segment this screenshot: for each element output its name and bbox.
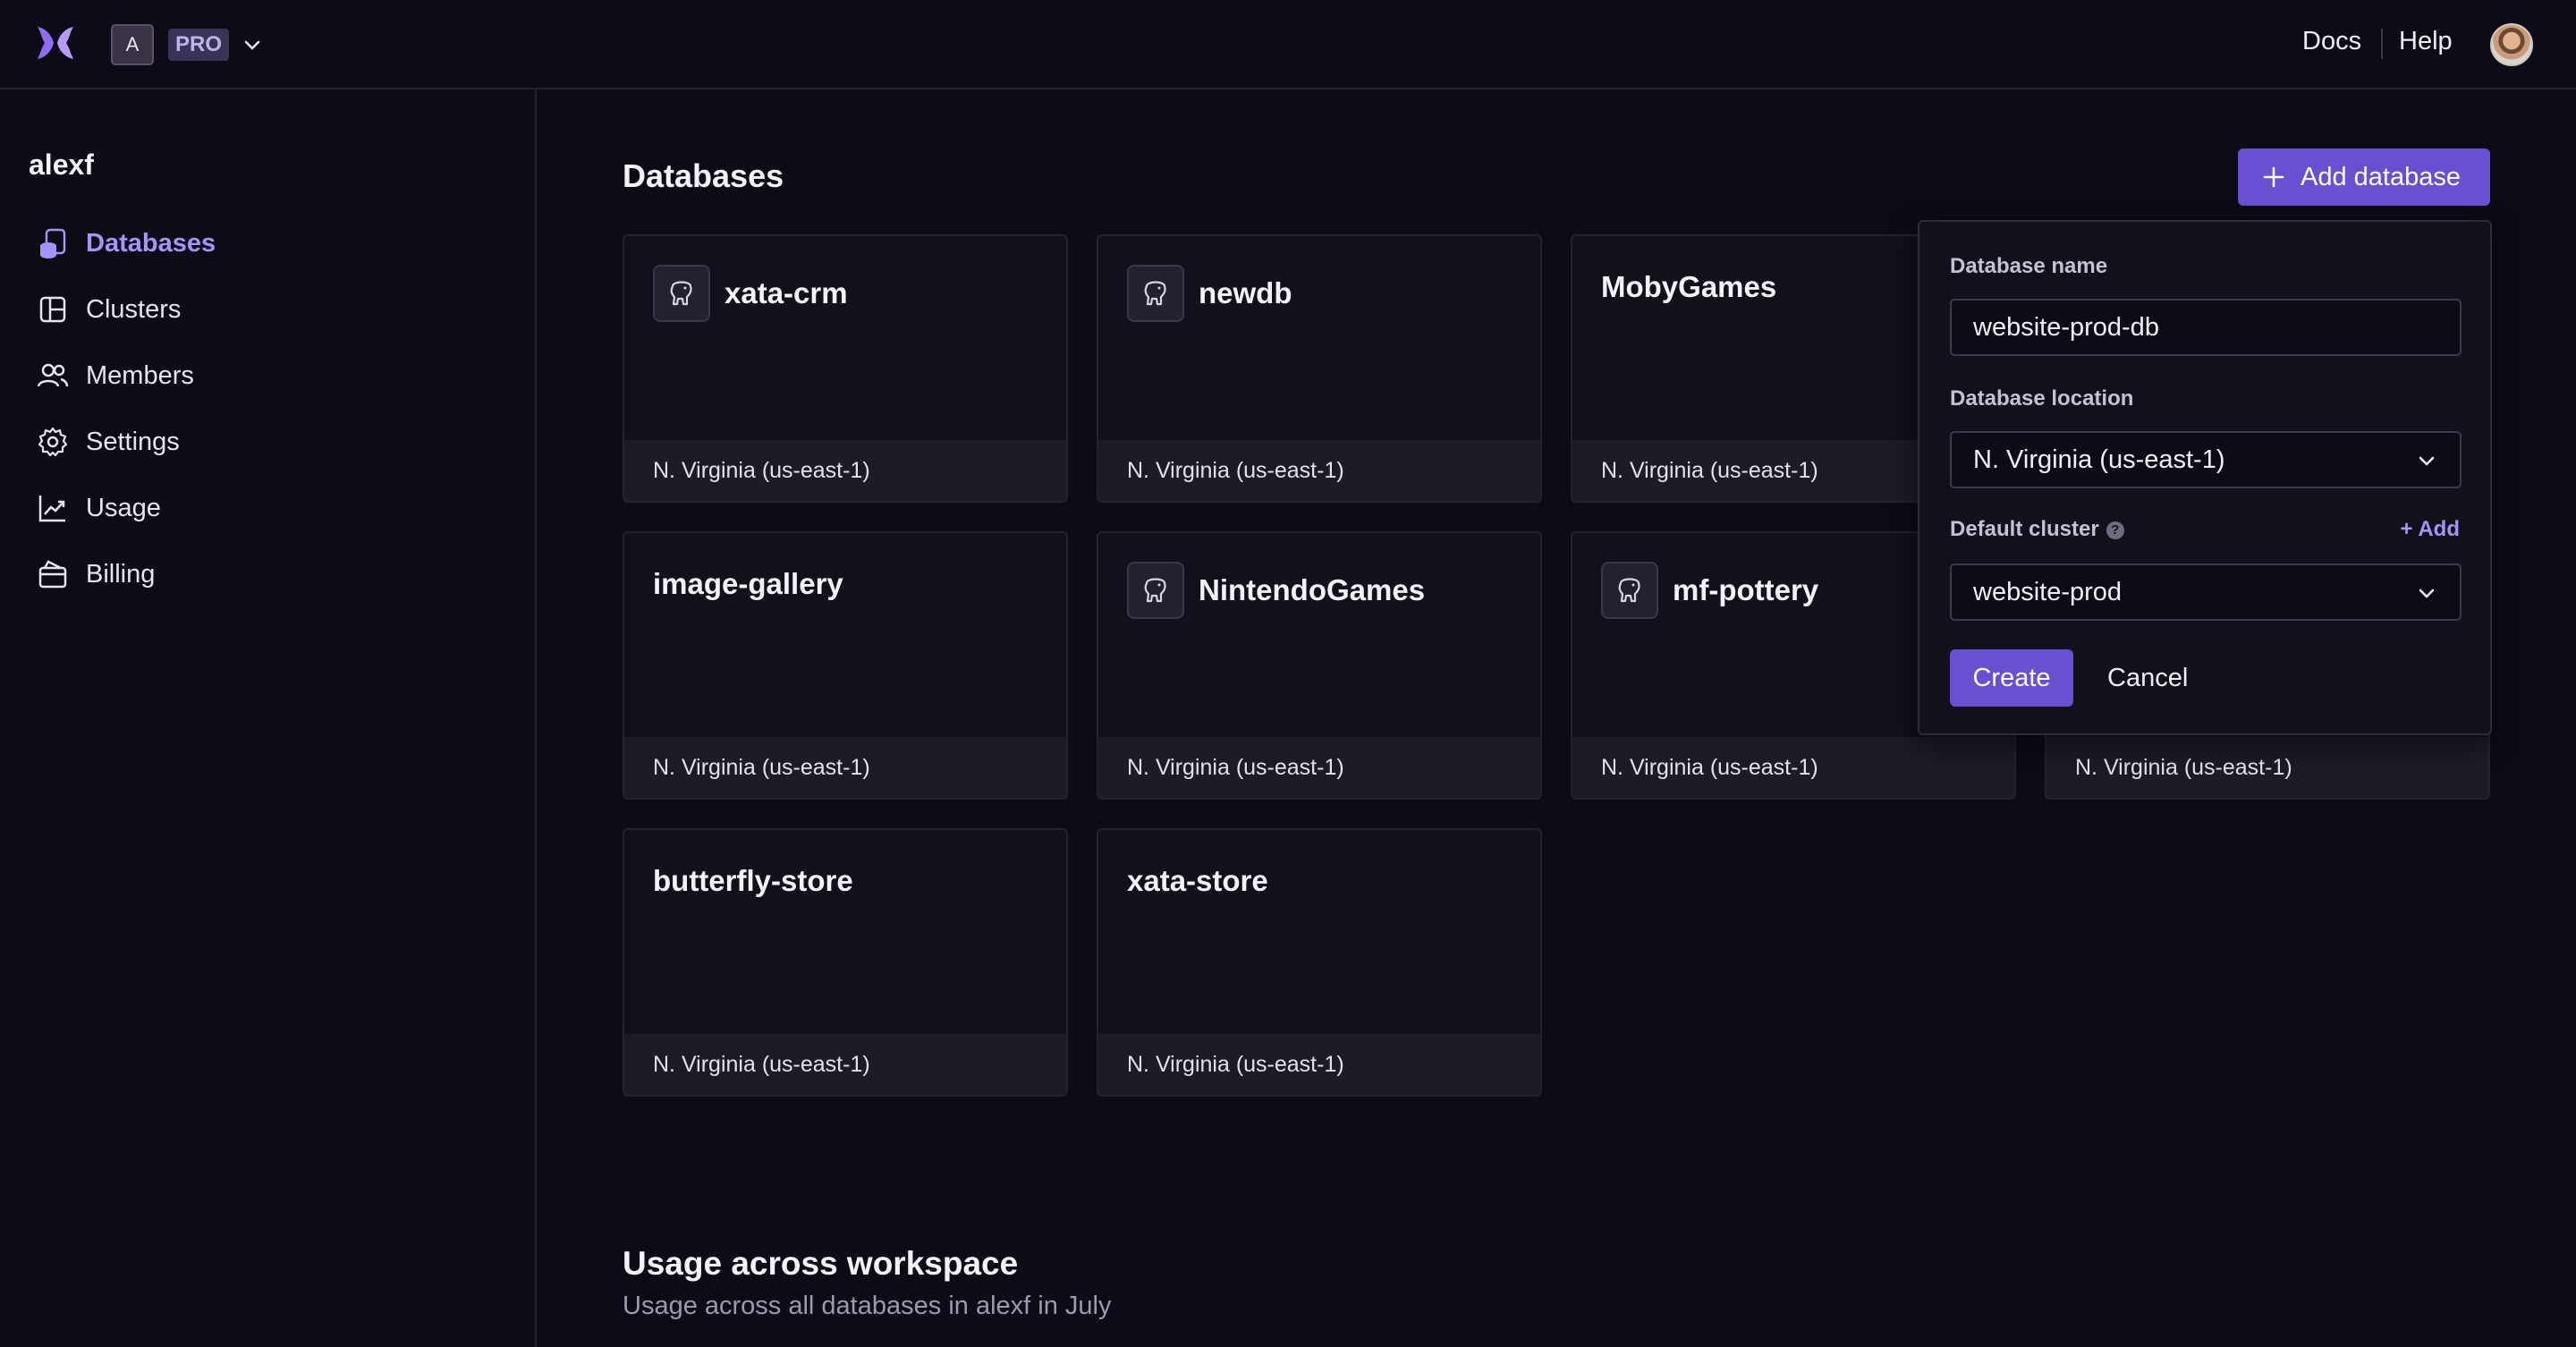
sidebar-item-label: Clusters: [86, 294, 182, 324]
sidebar-item-billing[interactable]: Billing: [36, 553, 155, 596]
database-location-value: N. Virginia (us-east-1): [1973, 445, 2225, 474]
database-name: MobyGames: [1601, 270, 1777, 303]
database-name: NintendoGames: [1199, 573, 1426, 606]
database-name-label: Database name: [1950, 254, 2108, 278]
workspace-avatar[interactable]: A: [111, 24, 154, 65]
database-location-label: Database location: [1950, 386, 2134, 411]
database-name: butterfly-store: [653, 864, 853, 897]
database-region: N. Virginia (us-east-1): [624, 1034, 1066, 1095]
clusters-icon: [39, 296, 66, 323]
database-region: N. Virginia (us-east-1): [1098, 1034, 1540, 1095]
database-card-butterfly-store[interactable]: butterfly-store N. Virginia (us-east-1): [623, 828, 1068, 1097]
database-card-nintendogames[interactable]: NintendoGames N. Virginia (us-east-1): [1097, 531, 1542, 800]
page-title: Databases: [623, 157, 784, 194]
usage-section-subtitle: Usage across all databases in alexf in J…: [623, 1292, 1112, 1320]
workspace-name: alexf: [29, 148, 94, 181]
add-database-label: Add database: [2301, 162, 2461, 191]
chevron-down-icon: [2419, 589, 2435, 598]
database-card-newdb[interactable]: newdb N. Virginia (us-east-1): [1097, 234, 1542, 503]
default-cluster-value: website-prod: [1973, 577, 2123, 606]
postgres-elephant-icon: [1601, 562, 1658, 619]
plan-badge: PRO: [168, 29, 230, 61]
docs-link[interactable]: Docs: [2302, 27, 2361, 56]
cancel-button[interactable]: Cancel: [2107, 664, 2188, 693]
sidebar-item-label: Databases: [86, 228, 216, 258]
database-card-image-gallery[interactable]: image-gallery N. Virginia (us-east-1): [623, 531, 1068, 800]
chevron-down-icon: [2419, 456, 2435, 466]
sidebar-item-settings[interactable]: Settings: [36, 420, 180, 463]
xata-logo-icon[interactable]: [34, 21, 77, 64]
user-avatar[interactable]: [2490, 23, 2533, 66]
postgres-elephant-icon: [1127, 562, 1184, 619]
help-link[interactable]: Help: [2399, 27, 2453, 56]
add-database-button[interactable]: Add database: [2238, 148, 2490, 206]
default-cluster-label-text: Default cluster: [1950, 517, 2099, 541]
postgres-elephant-icon: [1127, 265, 1184, 322]
sidebar-item-clusters[interactable]: Clusters: [36, 288, 181, 331]
sidebar-item-label: Billing: [86, 559, 156, 589]
members-icon: [37, 363, 69, 387]
database-card-xata-crm[interactable]: xata-crm N. Virginia (us-east-1): [623, 234, 1068, 503]
database-name-input[interactable]: [1950, 299, 2462, 356]
create-button[interactable]: Create: [1950, 649, 2073, 707]
database-region: N. Virginia (us-east-1): [1572, 737, 2014, 798]
sidebar-item-members[interactable]: Members: [36, 354, 194, 397]
top-bar: A PRO Docs Help: [0, 0, 2576, 89]
plus-icon: [2263, 166, 2284, 188]
sidebar-item-label: Usage: [86, 493, 161, 522]
database-region: N. Virginia (us-east-1): [624, 737, 1066, 798]
database-location-select[interactable]: N. Virginia (us-east-1): [1950, 431, 2462, 488]
database-region: N. Virginia (us-east-1): [1098, 440, 1540, 501]
database-card-xata-store[interactable]: xata-store N. Virginia (us-east-1): [1097, 828, 1542, 1097]
sidebar-item-usage[interactable]: Usage: [36, 487, 161, 529]
sidebar-item-label: Settings: [86, 427, 180, 456]
header-divider: [2381, 29, 2383, 59]
database-region: N. Virginia (us-east-1): [1098, 737, 1540, 798]
chart-icon: [38, 496, 65, 522]
billing-icon: [38, 560, 67, 589]
default-cluster-select[interactable]: website-prod: [1950, 563, 2462, 621]
database-region: N. Virginia (us-east-1): [624, 440, 1066, 501]
postgres-elephant-icon: [653, 265, 710, 322]
usage-section-title: Usage across workspace: [623, 1245, 1019, 1282]
default-cluster-label: Default cluster?: [1950, 517, 2124, 542]
database-region: N. Virginia (us-east-1): [2046, 737, 2488, 798]
sidebar: alexf Databases Clusters Members Setting…: [0, 89, 537, 1347]
chevron-down-icon[interactable]: [240, 32, 265, 57]
gear-icon: [38, 427, 68, 457]
sidebar-item-label: Members: [86, 360, 194, 390]
database-name: newdb: [1199, 276, 1292, 309]
add-database-popover: Database name Database location N. Virgi…: [1918, 220, 2492, 735]
database-name: image-gallery: [653, 567, 843, 600]
sidebar-item-databases[interactable]: Databases: [36, 222, 216, 265]
database-name: xata-crm: [724, 276, 848, 309]
database-name: xata-store: [1127, 864, 1268, 897]
help-icon[interactable]: ?: [2106, 521, 2124, 539]
add-cluster-link[interactable]: + Add: [2401, 517, 2460, 542]
database-icon: [40, 228, 66, 258]
database-name: mf-pottery: [1673, 573, 1819, 606]
